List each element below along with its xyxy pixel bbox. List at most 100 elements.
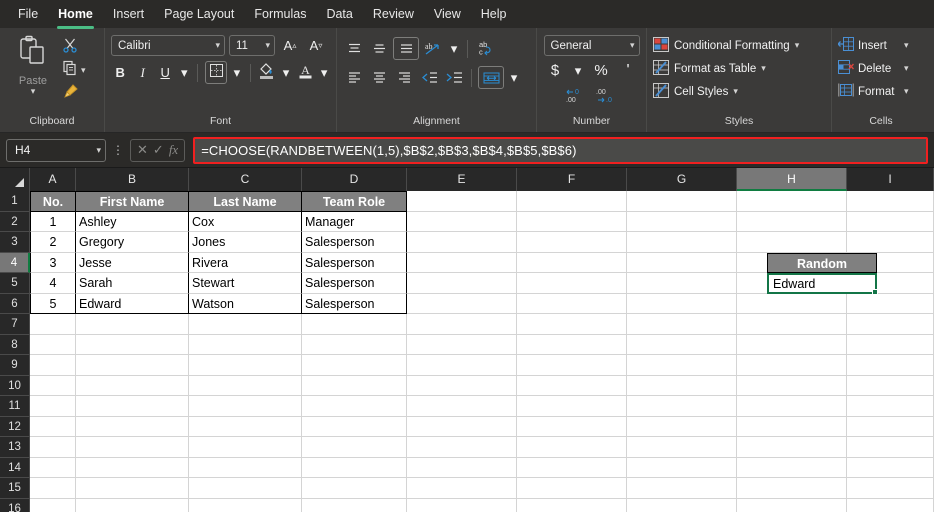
cell-a8[interactable] — [30, 334, 76, 355]
chevron-down-icon[interactable]: ▾ — [96, 145, 101, 155]
italic-button[interactable]: I — [133, 62, 151, 83]
cell-e13[interactable] — [407, 437, 517, 458]
cell-h7[interactable] — [737, 314, 847, 335]
cell-d10[interactable] — [302, 375, 407, 396]
chevron-down-icon[interactable]: ▾ — [904, 87, 909, 96]
tab-file[interactable]: File — [8, 3, 48, 26]
increase-font-size-button[interactable]: A ▵ — [279, 35, 301, 56]
cell-c11[interactable] — [189, 396, 302, 417]
cell-g10[interactable] — [627, 375, 737, 396]
row-header-13[interactable]: 13 — [0, 437, 30, 458]
cell-e7[interactable] — [407, 314, 517, 335]
chevron-down-icon[interactable]: ▾ — [31, 87, 36, 96]
fill-handle[interactable] — [872, 289, 878, 295]
cell-e11[interactable] — [407, 396, 517, 417]
cell-b1[interactable]: First Name — [76, 191, 189, 212]
cell-a5[interactable]: 4 — [30, 273, 76, 294]
cell-f7[interactable] — [517, 314, 627, 335]
cell-a4[interactable]: 3 — [30, 252, 76, 273]
cell-b15[interactable] — [76, 478, 189, 499]
cell-e3[interactable] — [407, 232, 517, 253]
chevron-down-icon[interactable]: ▾ — [630, 41, 635, 50]
column-header-g[interactable]: G — [627, 168, 737, 191]
align-right-button[interactable] — [393, 67, 415, 88]
cell-b12[interactable] — [76, 416, 189, 437]
row-header-14[interactable]: 14 — [0, 457, 30, 478]
column-header-c[interactable]: C — [189, 168, 302, 191]
insert-cells-button[interactable]: Insert ▾ — [837, 36, 924, 55]
column-header-a[interactable]: A — [30, 168, 76, 191]
cell-g12[interactable] — [627, 416, 737, 437]
paste-button[interactable]: Paste ▾ — [6, 32, 60, 103]
cell-c3[interactable]: Jones — [189, 232, 302, 253]
cell-a11[interactable] — [30, 396, 76, 417]
tab-home[interactable]: Home — [48, 3, 103, 29]
delete-cells-button[interactable]: Delete ▾ — [838, 59, 924, 78]
font-color-button[interactable]: A — [296, 62, 314, 83]
cell-i12[interactable] — [847, 416, 934, 437]
cell-a15[interactable] — [30, 478, 76, 499]
cell-i9[interactable] — [847, 355, 934, 376]
row-header-11[interactable]: 11 — [0, 396, 30, 417]
row-header-5[interactable]: 5 — [0, 273, 30, 294]
cell-d2[interactable]: Manager — [302, 211, 407, 232]
row-header-4[interactable]: 4 — [0, 252, 30, 273]
chevron-down-icon[interactable]: ▾ — [318, 62, 330, 83]
cell-e14[interactable] — [407, 457, 517, 478]
cell-f2[interactable] — [517, 211, 627, 232]
row-header-10[interactable]: 10 — [0, 375, 30, 396]
cell-f5[interactable] — [517, 273, 627, 294]
cell-e1[interactable] — [407, 191, 517, 212]
cell-c7[interactable] — [189, 314, 302, 335]
increase-indent-button[interactable] — [443, 67, 465, 88]
cell-i3[interactable] — [847, 232, 934, 253]
cell-b4[interactable]: Jesse — [76, 252, 189, 273]
cell-b8[interactable] — [76, 334, 189, 355]
cell-d1[interactable]: Team Role — [302, 191, 407, 212]
cell-h15[interactable] — [737, 478, 847, 499]
cell-f15[interactable] — [517, 478, 627, 499]
cell-b7[interactable] — [76, 314, 189, 335]
fill-color-button[interactable] — [258, 62, 276, 83]
cell-c4[interactable]: Rivera — [189, 252, 302, 273]
cell-g2[interactable] — [627, 211, 737, 232]
cell-c5[interactable]: Stewart — [189, 273, 302, 294]
cell-i14[interactable] — [847, 457, 934, 478]
cell-e9[interactable] — [407, 355, 517, 376]
merge-center-button[interactable] — [478, 66, 504, 89]
cell-d8[interactable] — [302, 334, 407, 355]
tab-page-layout[interactable]: Page Layout — [154, 3, 244, 26]
chevron-down-icon[interactable]: ▾ — [215, 41, 220, 50]
cell-d3[interactable]: Salesperson — [302, 232, 407, 253]
insert-function-icon[interactable]: fx — [169, 142, 178, 158]
cell-d16[interactable] — [302, 498, 407, 512]
font-size-combo[interactable]: 11 ▾ — [229, 35, 275, 56]
cell-e12[interactable] — [407, 416, 517, 437]
cell-i8[interactable] — [847, 334, 934, 355]
cell-a12[interactable] — [30, 416, 76, 437]
orientation-button[interactable]: ab — [422, 38, 444, 59]
cell-i6[interactable] — [847, 293, 934, 314]
cell-d14[interactable] — [302, 457, 407, 478]
cell-a14[interactable] — [30, 457, 76, 478]
chevron-down-icon[interactable]: ▾ — [265, 41, 270, 50]
cell-h13[interactable] — [737, 437, 847, 458]
cell-f10[interactable] — [517, 375, 627, 396]
cell-g4[interactable] — [627, 252, 737, 273]
row-header-12[interactable]: 12 — [0, 416, 30, 437]
cell-styles-button[interactable]: Cell Styles ▾ — [653, 82, 825, 101]
row-header-1[interactable]: 1 — [0, 191, 30, 212]
cell-f9[interactable] — [517, 355, 627, 376]
cell-e10[interactable] — [407, 375, 517, 396]
cell-g7[interactable] — [627, 314, 737, 335]
chevron-down-icon[interactable]: ▾ — [507, 67, 521, 88]
cell-f1[interactable] — [517, 191, 627, 212]
cell-f13[interactable] — [517, 437, 627, 458]
chevron-down-icon[interactable]: ▾ — [447, 38, 461, 59]
cell-b3[interactable]: Gregory — [76, 232, 189, 253]
formula-bar-more-icon[interactable]: ⋮ — [112, 144, 124, 156]
tab-insert[interactable]: Insert — [103, 3, 154, 26]
decrease-font-size-button[interactable]: A ▿ — [305, 35, 327, 56]
decrease-decimal-button[interactable]: .00 .0 — [594, 85, 620, 106]
column-header-e[interactable]: E — [407, 168, 517, 191]
